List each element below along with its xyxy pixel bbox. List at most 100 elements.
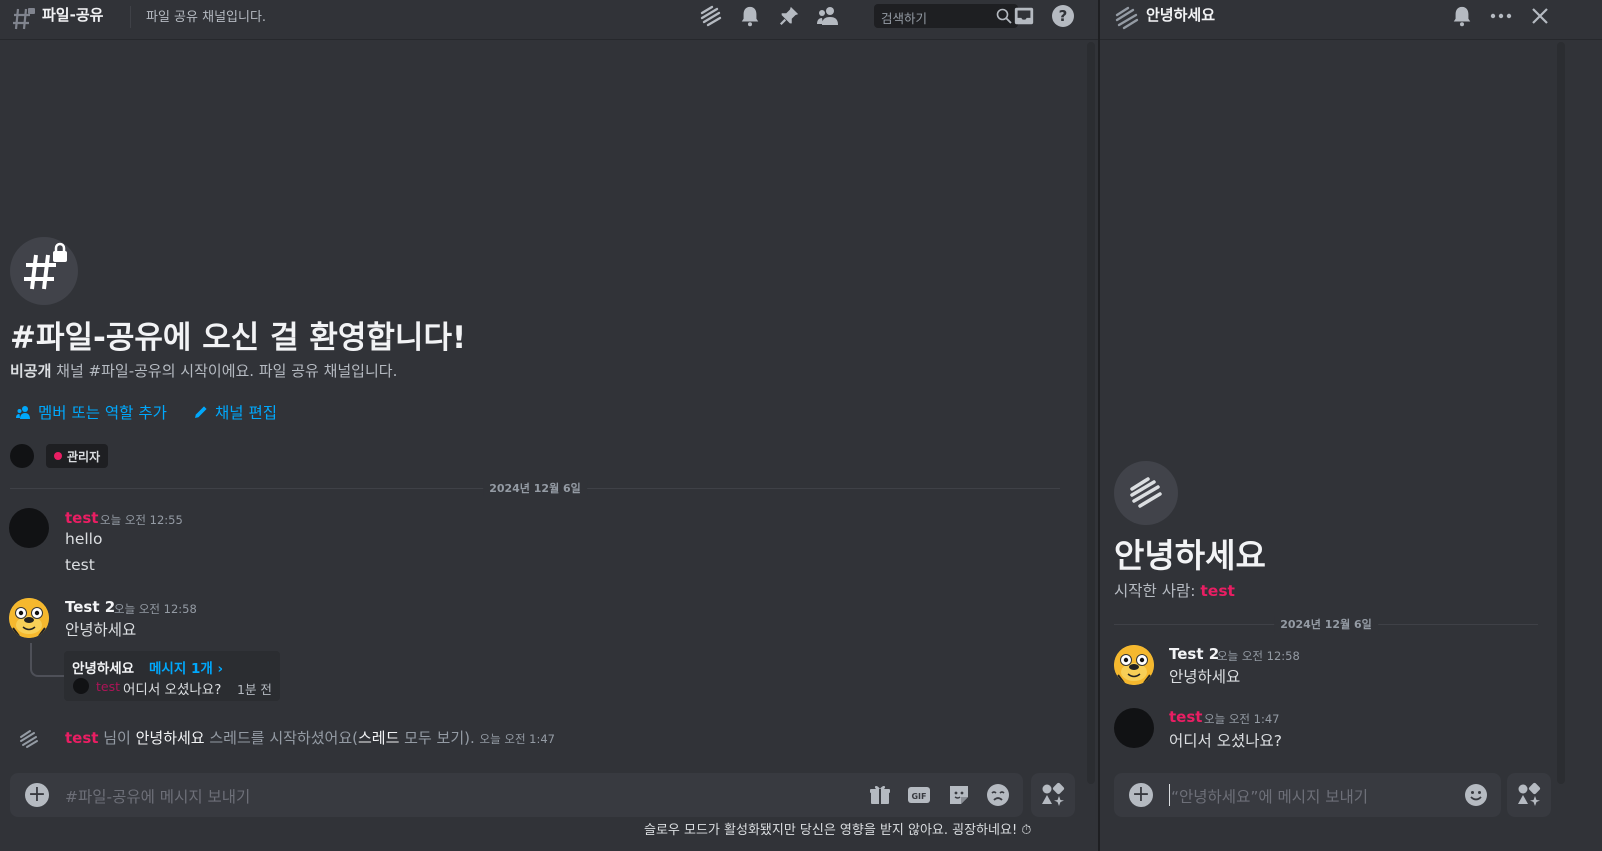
attach-plus-icon[interactable]: +	[1129, 783, 1153, 807]
gif-icon[interactable]: GIF	[907, 783, 931, 807]
thread-scrollbar[interactable]	[1557, 42, 1565, 784]
avatar[interactable]	[10, 444, 34, 468]
more-options-icon[interactable]	[1488, 4, 1514, 28]
username[interactable]: test	[1200, 582, 1235, 600]
channel-topic[interactable]: 파일 공유 채널입니다.	[146, 6, 266, 25]
role-color-dot	[54, 452, 62, 460]
gif-label: GIF	[911, 792, 926, 801]
avatar[interactable]	[1114, 645, 1154, 685]
private-label: 비공개	[10, 362, 52, 380]
channel-view: 파일-공유 파일 공유 채널입니다. 검색하기 ? #파일-공유에 오신 걸 환…	[0, 0, 1098, 851]
avatar[interactable]	[9, 508, 49, 548]
message-text: 안녕하세요	[65, 621, 137, 639]
thread-message-composer[interactable]: + “안녕하세요”에 메시지 보내기	[1114, 773, 1501, 817]
started-by-label: 시작한 사람:	[1114, 582, 1201, 600]
date-divider-label: 2024년 12월 6일	[483, 480, 587, 496]
thread-connector	[30, 643, 64, 677]
timestamp: 오늘 오전 12:58	[1217, 649, 1300, 663]
welcome-subtitle-text: 채널 #파일-공유의 시작이에요. 파일 공유 채널입니다.	[51, 362, 398, 380]
thread-created-system-message: test 님이 안녕하세요 스레드를 시작하셨어요(스레드 모두 보기). 오늘…	[65, 727, 555, 748]
member-list-icon[interactable]	[815, 4, 841, 28]
channel-hash-lock-icon-large	[10, 237, 78, 305]
discord-window: 파일-공유 파일 공유 채널입니다. 검색하기 ? #파일-공유에 오신 걸 환…	[0, 0, 1602, 851]
pencil-icon	[195, 406, 207, 418]
gift-icon[interactable]	[868, 783, 892, 807]
attach-plus-icon[interactable]: +	[25, 783, 49, 807]
emoji-icon[interactable]	[1464, 783, 1488, 807]
avatar	[73, 678, 89, 694]
timestamp: 오늘 오전 12:58	[114, 602, 197, 616]
thread-last-message: 어디서 오셨나요?	[123, 682, 222, 698]
avatar[interactable]	[9, 598, 49, 638]
thread-panel: 안녕하세요 안녕하세요 시작한 사람: test 2024년 12월 6일 Te…	[1100, 0, 1602, 851]
timestamp: 오늘 오전 12:55	[100, 513, 183, 527]
thread-header: 안녕하세요	[1100, 0, 1602, 40]
thread-message-count-link[interactable]: 메시지 1개 ›	[149, 657, 223, 677]
search-box[interactable]: 검색하기	[874, 4, 1018, 28]
sticker-icon[interactable]	[947, 783, 971, 807]
app-launcher-button[interactable]	[1507, 773, 1551, 817]
edit-channel-label: 채널 편집	[215, 404, 277, 422]
inbox-icon[interactable]	[1011, 4, 1037, 28]
text-caret	[1169, 784, 1170, 806]
help-icon[interactable]: ?	[1050, 4, 1076, 28]
thread-created-icon	[20, 730, 38, 748]
emoji-icon[interactable]	[986, 783, 1010, 807]
search-icon	[996, 8, 1012, 24]
search-input[interactable]: 검색하기	[881, 8, 927, 27]
username[interactable]: test	[65, 509, 98, 527]
date-divider-label: 2024년 12월 6일	[1274, 616, 1378, 632]
system-text: 님이	[98, 729, 136, 747]
notification-bell-icon[interactable]	[1449, 4, 1475, 28]
channel-header: 파일-공유 파일 공유 채널입니다. 검색하기 ?	[0, 0, 1098, 40]
add-members-button[interactable]: 멤버 또는 역할 추가	[16, 401, 167, 423]
date-divider: 2024년 12월 6일	[1114, 616, 1538, 632]
apps-icon	[1518, 782, 1541, 806]
timestamp: 오늘 오전 1:47	[479, 732, 556, 746]
header-divider	[130, 6, 131, 28]
username[interactable]: Test 2	[65, 598, 115, 616]
threads-icon[interactable]	[698, 4, 724, 28]
avatar[interactable]	[1114, 708, 1154, 748]
message-text: 어디서 오셨나요?	[1169, 732, 1282, 750]
app-launcher-button[interactable]	[1031, 773, 1075, 817]
see-all-threads-link[interactable]: 스레드	[358, 729, 399, 747]
role-badge[interactable]: 관리자	[46, 444, 109, 468]
add-members-label: 멤버 또는 역할 추가	[38, 404, 167, 422]
message-composer[interactable]: + #파일-공유에 메시지 보내기 GIF	[10, 773, 1023, 817]
username[interactable]: test	[1169, 708, 1202, 726]
message-text: 안녕하세요	[1169, 668, 1241, 686]
date-divider: 2024년 12월 6일	[10, 480, 1060, 496]
system-text: 모두 보기).	[399, 729, 475, 747]
apps-icon	[1042, 782, 1065, 806]
welcome-subtitle: 비공개 채널 #파일-공유의 시작이에요. 파일 공유 채널입니다.	[10, 360, 397, 381]
channel-hash-lock-icon	[13, 8, 35, 30]
username[interactable]: Test 2	[1169, 645, 1219, 663]
role-name: 관리자	[67, 449, 101, 464]
thread-icon-large	[1114, 461, 1178, 525]
username[interactable]: test	[65, 729, 98, 747]
thread-title: 안녕하세요	[1146, 6, 1216, 24]
thread-last-time: 1분 전	[237, 682, 272, 697]
welcome-title: #파일-공유에 오신 걸 환영합니다!	[10, 320, 467, 356]
close-icon[interactable]	[1527, 4, 1553, 28]
slowmode-notice: 슬로우 모드가 활성화됐지만 당신은 영향을 받지 않아요. 굉장하네요! ⏱	[644, 819, 1031, 838]
add-members-icon	[16, 406, 30, 419]
pin-icon[interactable]	[776, 4, 802, 28]
message-text: hello	[65, 530, 103, 548]
thread-preview-card[interactable]: 안녕하세요 메시지 1개 › test 어디서 오셨나요? 1분 전	[64, 651, 280, 701]
thread-name: 안녕하세요	[72, 661, 135, 677]
timer-icon: ⏱	[1021, 823, 1032, 838]
slowmode-text: 슬로우 모드가 활성화됐지만 당신은 영향을 받지 않아요. 굉장하네요!	[644, 823, 1018, 838]
thread-message-input[interactable]: “안녕하세요”에 메시지 보내기	[1171, 785, 1368, 807]
system-text: 스레드를 시작하셨어요(	[204, 729, 358, 747]
svg-text:?: ?	[1059, 7, 1068, 25]
thread-icon	[1115, 6, 1139, 30]
message-input[interactable]: #파일-공유에 메시지 보내기	[65, 785, 250, 807]
message-scrollbar[interactable]	[1087, 42, 1095, 784]
thread-link[interactable]: 안녕하세요	[136, 729, 205, 747]
edit-channel-button[interactable]: 채널 편집	[193, 401, 277, 423]
message-text: test	[65, 556, 95, 574]
thread-big-title: 안녕하세요	[1114, 536, 1266, 575]
notification-bell-icon[interactable]	[737, 4, 763, 28]
